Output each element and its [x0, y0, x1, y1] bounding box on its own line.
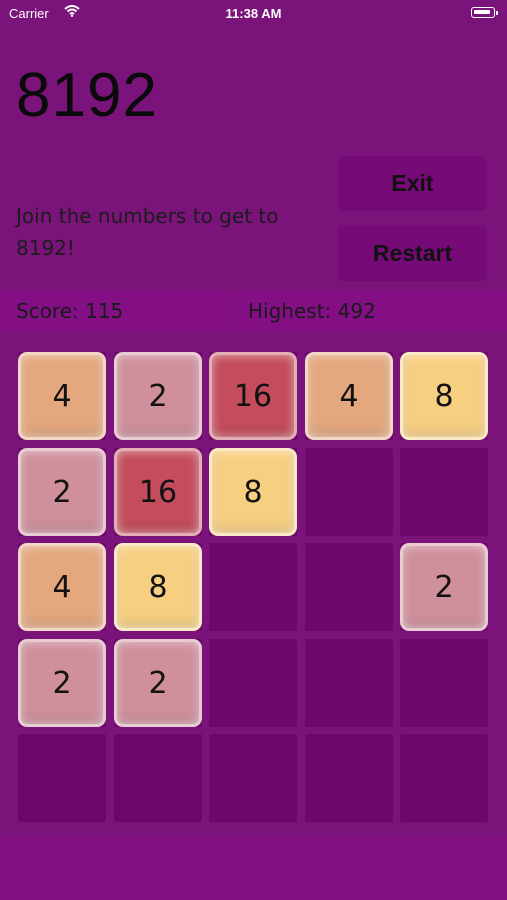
- board-cell: [305, 639, 393, 727]
- tile-4: 4: [18, 543, 106, 631]
- instructions-text: Join the numbers to get to 8192!: [16, 204, 279, 260]
- board-cell: [400, 734, 488, 822]
- restart-button[interactable]: Restart: [338, 226, 487, 281]
- tile-8: 8: [209, 448, 297, 536]
- game-title: 8192: [16, 61, 158, 130]
- status-bar: Carrier 11:38 AM: [0, 0, 507, 28]
- board-cell: [400, 639, 488, 727]
- score-bar: Score: 115 Highest: 492: [0, 291, 507, 330]
- clock-time: 11:38 AM: [225, 6, 282, 21]
- highest-score: Highest: 492: [232, 291, 507, 330]
- board-cell: [305, 543, 393, 631]
- board-cell: [305, 448, 393, 536]
- tile-2: 2: [114, 639, 202, 727]
- exit-button[interactable]: Exit: [338, 156, 487, 211]
- current-score: Score: 115: [0, 291, 230, 330]
- board-cell: [114, 734, 202, 822]
- tile-16: 16: [114, 448, 202, 536]
- tile-8: 8: [114, 543, 202, 631]
- board-cell: [209, 543, 297, 631]
- board-cell: [305, 734, 393, 822]
- game-board[interactable]: 4 2 16 4 8 2 16 8 4 8 2 2 2: [18, 352, 489, 822]
- tile-2: 2: [18, 448, 106, 536]
- battery-icon: [471, 7, 498, 18]
- tile-2: 2: [114, 352, 202, 440]
- tile-2: 2: [18, 639, 106, 727]
- board-cell: [209, 639, 297, 727]
- board-cell: [209, 734, 297, 822]
- tile-4: 4: [305, 352, 393, 440]
- tile-4: 4: [18, 352, 106, 440]
- bottom-bar: [0, 838, 507, 900]
- tile-8: 8: [400, 352, 488, 440]
- board-cell: [18, 734, 106, 822]
- tile-2: 2: [400, 543, 488, 631]
- board-cell: [400, 448, 488, 536]
- tile-16: 16: [209, 352, 297, 440]
